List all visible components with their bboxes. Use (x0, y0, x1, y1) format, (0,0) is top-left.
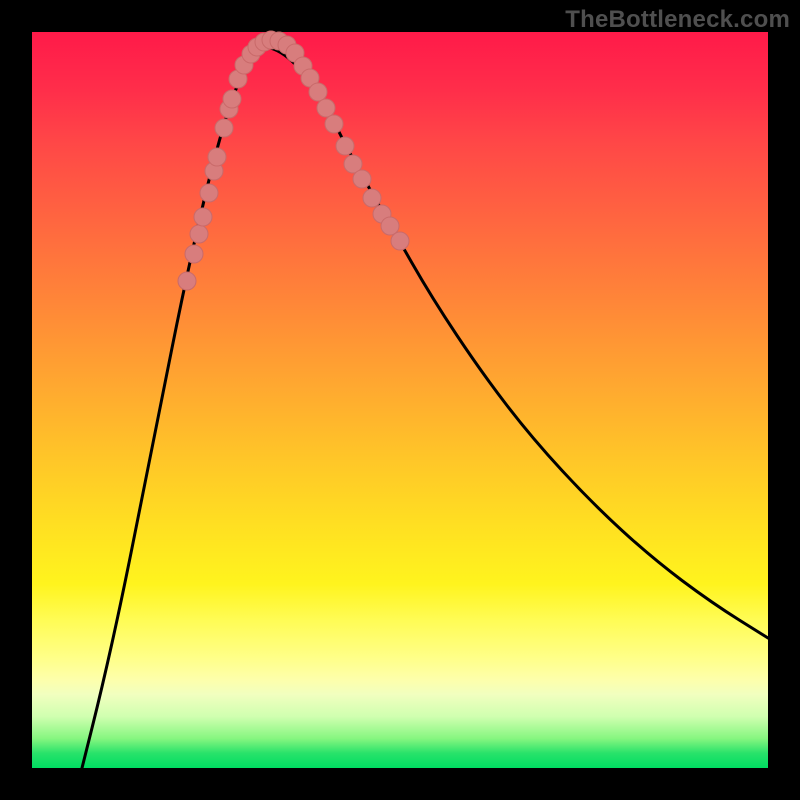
watermark-text: TheBottleneck.com (565, 6, 790, 34)
curve-svg (32, 32, 768, 768)
data-marker (178, 272, 196, 290)
data-marker (309, 83, 327, 101)
data-marker (194, 208, 212, 226)
data-marker (336, 137, 354, 155)
data-marker (190, 225, 208, 243)
marker-group (178, 31, 409, 290)
bottleneck-curve (82, 47, 768, 768)
data-marker (353, 170, 371, 188)
data-marker (325, 115, 343, 133)
chart-container: TheBottleneck.com (0, 0, 800, 800)
plot-area (32, 32, 768, 768)
data-marker (200, 184, 218, 202)
data-marker (223, 90, 241, 108)
data-marker (185, 245, 203, 263)
data-marker (391, 232, 409, 250)
data-marker (215, 119, 233, 137)
data-marker (208, 148, 226, 166)
data-marker (317, 99, 335, 117)
data-marker (363, 189, 381, 207)
